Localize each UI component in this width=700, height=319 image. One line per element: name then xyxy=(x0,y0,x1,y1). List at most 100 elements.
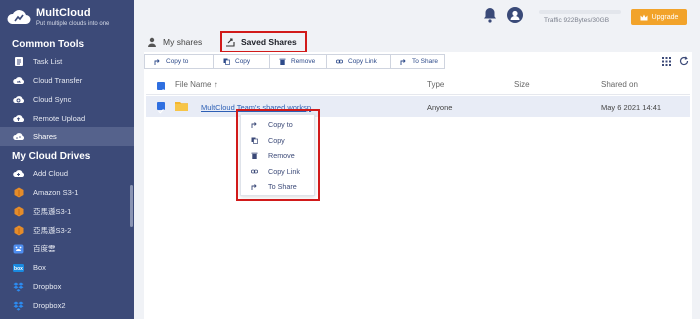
sidebar-item-amazon-s3-1[interactable]: Amazon S3-1 xyxy=(0,183,134,202)
context-item-label: Copy Link xyxy=(268,166,300,176)
trash-icon xyxy=(279,58,286,65)
sidebar-item-shares[interactable]: Shares xyxy=(0,127,134,146)
context-copy-to[interactable]: Copy to xyxy=(241,117,316,131)
sidebar-item-amazon-s3-2-zh[interactable]: 亞馬遜S3-2 xyxy=(0,221,134,240)
saved-share-icon xyxy=(226,38,235,47)
sidebar-item-remote-upload[interactable]: Remote Upload xyxy=(0,109,134,128)
tab-my-shares[interactable]: My shares xyxy=(147,33,202,51)
copy-to-button[interactable]: Copy to xyxy=(145,55,214,68)
content-panel xyxy=(144,52,692,319)
to-share-button[interactable]: To Share xyxy=(391,55,444,68)
column-shared-on[interactable]: Shared on xyxy=(601,80,638,89)
share-icon xyxy=(400,58,407,65)
copy-to-icon xyxy=(154,58,161,65)
select-all-checkbox[interactable] xyxy=(157,82,165,94)
column-file-name-label: File Name xyxy=(175,80,212,89)
my-cloud-drives-heading: My Cloud Drives xyxy=(12,151,91,162)
dropbox-icon xyxy=(13,300,24,311)
trash-icon xyxy=(251,152,258,159)
amazon-s3-icon xyxy=(13,225,24,236)
cloud-sync-icon xyxy=(13,94,24,105)
tab-saved-shares[interactable]: Saved Shares xyxy=(225,33,297,51)
sort-arrow-icon: ↑ xyxy=(213,80,218,89)
column-type[interactable]: Type xyxy=(427,80,444,89)
file-name-link[interactable]: MultCloud Team's shared worksp xyxy=(201,103,311,112)
sidebar-item-cloud-sync[interactable]: Cloud Sync xyxy=(0,90,134,109)
bell-icon[interactable] xyxy=(483,7,497,23)
shared-on-cell: May 6 2021 14:41 xyxy=(601,103,662,112)
file-type-cell: Anyone xyxy=(427,103,453,112)
user-icon xyxy=(510,10,520,20)
sidebar-item-label: Task List xyxy=(33,57,63,66)
copy-to-icon xyxy=(251,121,258,128)
sidebar-item-dropbox2[interactable]: Dropbox2 xyxy=(0,296,134,315)
box-icon: box xyxy=(13,262,24,273)
context-remove[interactable]: Remove xyxy=(241,148,316,162)
context-menu: Copy to Copy Remove Copy Link To Share xyxy=(240,114,315,196)
sidebar-item-label: Amazon S3-1 xyxy=(33,188,79,197)
sidebar-item-label: Cloud Transfer xyxy=(33,76,83,85)
share-icon xyxy=(251,183,258,190)
tab-label: Saved Shares xyxy=(241,37,297,47)
sidebar-item-dropbox[interactable]: Dropbox xyxy=(0,277,134,296)
header-divider xyxy=(146,94,690,95)
sidebar-item-box[interactable]: box Box xyxy=(0,258,134,277)
traffic-progress-bar xyxy=(539,10,621,14)
tab-label: My shares xyxy=(163,37,203,47)
logo[interactable]: MultCloud Put multiple clouds into one xyxy=(6,4,130,32)
upgrade-label: Upgrade xyxy=(651,13,679,21)
context-copy[interactable]: Copy xyxy=(241,133,316,147)
sidebar-item-task-list[interactable]: Task List xyxy=(0,52,134,71)
person-icon xyxy=(148,37,156,47)
sidebar-item-add-cloud[interactable]: Add Cloud xyxy=(0,164,134,183)
common-tools-heading: Common Tools xyxy=(12,39,85,50)
sidebar-item-label: 百度雲 xyxy=(33,244,56,253)
column-file-name[interactable]: File Name ↑ xyxy=(175,80,218,89)
refresh-icon[interactable] xyxy=(679,56,689,66)
context-to-share[interactable]: To Share xyxy=(241,179,316,193)
remove-label: Remove xyxy=(291,58,316,65)
context-copy-link[interactable]: Copy Link xyxy=(241,164,316,178)
multcloud-logo-icon xyxy=(7,10,31,24)
sidebar-item-label: 亞馬遜S3-2 xyxy=(33,226,72,235)
column-size[interactable]: Size xyxy=(514,80,530,89)
folder-icon xyxy=(175,102,188,111)
row-checkbox[interactable] xyxy=(157,102,165,114)
sidebar: MultCloud Put multiple clouds into one C… xyxy=(0,0,134,319)
sidebar-item-label: Dropbox2 xyxy=(33,301,66,310)
grid-view-icon[interactable] xyxy=(662,57,671,66)
baidu-icon xyxy=(13,243,24,254)
sidebar-item-label: Shares xyxy=(33,132,57,141)
context-item-label: To Share xyxy=(268,181,297,191)
link-icon xyxy=(336,58,343,65)
sidebar-item-label: Add Cloud xyxy=(33,169,69,178)
sidebar-item-label: Box xyxy=(33,263,46,272)
amazon-s3-icon xyxy=(13,206,24,217)
context-item-label: Copy xyxy=(268,135,285,145)
copy-link-button[interactable]: Copy Link xyxy=(327,55,391,68)
top-header: Traffic 922Bytes/30GB Upgrade xyxy=(134,0,700,32)
avatar[interactable] xyxy=(507,7,523,23)
traffic-text: Traffic 922Bytes/30GB xyxy=(544,17,610,24)
sidebar-scrollbar[interactable] xyxy=(130,185,133,227)
upgrade-button[interactable]: Upgrade xyxy=(631,9,687,25)
to-share-label: To Share xyxy=(412,58,439,65)
brand-name: MultCloud xyxy=(36,7,91,19)
file-toolbar: Copy to Copy Remove Copy Link To Share xyxy=(144,54,445,69)
context-item-label: Remove xyxy=(268,150,295,160)
cloud-transfer-icon xyxy=(13,75,24,86)
copy-label: Copy xyxy=(235,58,251,65)
sidebar-item-cloud-transfer[interactable]: Cloud Transfer xyxy=(0,71,134,90)
shares-icon xyxy=(13,131,24,142)
crown-icon xyxy=(640,14,648,20)
dropbox-icon xyxy=(13,281,24,292)
copy-button[interactable]: Copy xyxy=(214,55,270,68)
context-item-label: Copy to xyxy=(268,119,293,129)
copy-icon xyxy=(251,137,258,144)
remove-button[interactable]: Remove xyxy=(270,55,327,68)
sidebar-item-amazon-s3-1-zh[interactable]: 亞馬遜S3-1 xyxy=(0,202,134,221)
sidebar-item-label: Dropbox xyxy=(33,282,62,291)
add-cloud-icon xyxy=(13,168,24,179)
task-list-icon xyxy=(13,56,24,67)
sidebar-item-baidu[interactable]: 百度雲 xyxy=(0,239,134,258)
